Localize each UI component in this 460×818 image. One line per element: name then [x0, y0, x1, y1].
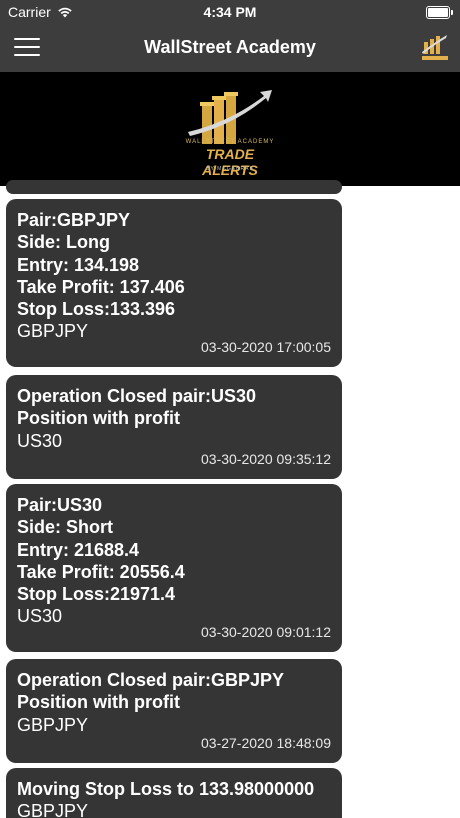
- banner-title: TRADE ALERTS: [202, 146, 258, 178]
- alert-card[interactable]: Operation Closed pair:GBPJPY Position wi…: [6, 659, 342, 763]
- alert-timestamp: 03-27-2020 18:48:09: [201, 735, 331, 751]
- alert-line: Side: Long: [17, 232, 110, 253]
- alert-line: Side: Short: [17, 517, 114, 538]
- battery-icon: [426, 6, 453, 19]
- alert-card[interactable]: Operation Closed pair:US30 Position with…: [6, 375, 342, 479]
- alert-line: Entry: 21688.4: [17, 539, 140, 560]
- alert-line: Take Profit: 137.406: [17, 276, 185, 297]
- alert-line: Moving Stop Loss to 133.98000000: [17, 779, 315, 799]
- alert-timestamp: 03-30-2020 09:35:12: [201, 451, 331, 467]
- alert-line: Pair:US30: [17, 495, 103, 515]
- alert-card-partial[interactable]: [6, 180, 342, 194]
- app-logo-icon: [422, 35, 448, 60]
- alert-pair: GBPJPY: [17, 714, 89, 735]
- app-title: WallStreet Academy: [144, 37, 316, 57]
- alert-line: Stop Loss:133.396: [17, 299, 176, 320]
- trade-alerts-banner: WALLSTREET ACADEMY TRADE ALERTS BY MCGEB…: [0, 72, 460, 186]
- alert-line: Operation Closed pair:GBPJPY: [17, 670, 285, 690]
- alert-timestamp: 03-30-2020 09:01:12: [201, 624, 331, 640]
- status-bar: Carrier 4:34 PM: [0, 0, 460, 24]
- alert-pair: GBPJPY: [17, 801, 89, 818]
- alert-line: Pair:GBPJPY: [17, 210, 131, 230]
- banner-subtitle: WALLSTREET ACADEMY: [185, 139, 275, 145]
- navigation-bar: WallStreet Academy: [0, 24, 460, 72]
- alert-pair: US30: [17, 430, 63, 451]
- alert-line: Position with profit: [17, 692, 180, 713]
- alert-line: Operation Closed pair:US30: [17, 386, 257, 406]
- alert-timestamp: 03-30-2020 17:00:05: [201, 339, 331, 355]
- alert-card[interactable]: Moving Stop Loss to 133.98000000 GBPJPY: [6, 768, 342, 818]
- alert-card[interactable]: Pair:GBPJPY Side: Long Entry: 134.198 Ta…: [6, 199, 342, 367]
- clock: 4:34 PM: [203, 4, 257, 20]
- alert-line: Entry: 134.198: [17, 254, 140, 275]
- alert-card[interactable]: Pair:US30 Side: Short Entry: 21688.4 Tak…: [6, 484, 342, 652]
- alert-line: Stop Loss:21971.4: [17, 584, 176, 605]
- alert-line: Take Profit: 20556.4: [17, 561, 185, 582]
- alert-line: Position with profit: [17, 408, 180, 429]
- banner-tagline: BY MCGEBRAS: [206, 166, 254, 172]
